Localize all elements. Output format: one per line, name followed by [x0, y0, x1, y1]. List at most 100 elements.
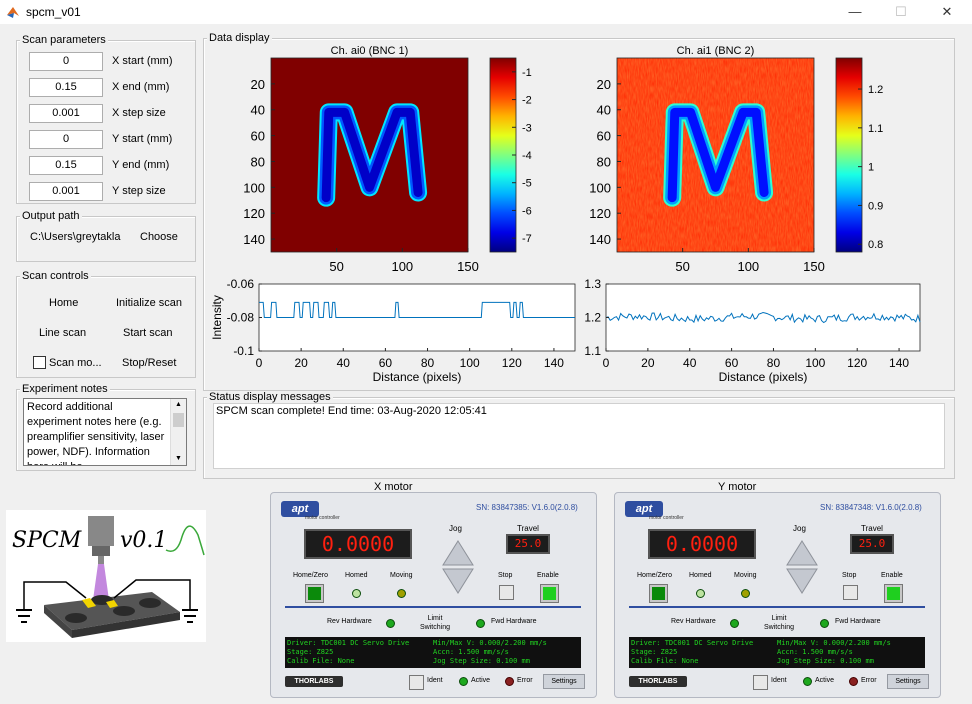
- title-bar: spcm_v01 — ☐ ✕: [0, 0, 972, 24]
- limit-switching-label: Limit Switching: [764, 615, 794, 631]
- info-line: Jog Step Size: 0.100 mm: [433, 657, 530, 665]
- x-tick-label: 20: [294, 356, 308, 370]
- x-tick-label: 150: [803, 259, 825, 274]
- info-box: Driver: TDC001 DC Servo Drive Stage: Z82…: [629, 637, 925, 668]
- jog-down-icon[interactable]: [442, 568, 474, 594]
- y-tick-label: 140: [589, 232, 611, 247]
- colorbar-tick-label: 0.9: [868, 200, 883, 212]
- scan-field-input[interactable]: 0: [29, 130, 103, 149]
- info-line: Stage: Z825: [631, 648, 678, 656]
- x-tick-label: 100: [737, 259, 759, 274]
- info-line: Stage: Z825: [287, 648, 334, 656]
- y-tick-label: -0.06: [227, 277, 255, 291]
- fwd-hardware-indicator: [820, 619, 829, 628]
- scan-mode-label: Scan mo...: [49, 357, 102, 369]
- start-scan-button[interactable]: Start scan: [123, 326, 173, 340]
- scan-field-input[interactable]: 0.15: [29, 156, 103, 175]
- scroll-up-icon[interactable]: ▲: [171, 399, 186, 411]
- home-zero-button[interactable]: [649, 584, 668, 603]
- scan-field-input[interactable]: 0.15: [29, 78, 103, 97]
- moving-indicator: [397, 589, 406, 598]
- jog-arrows: [442, 540, 474, 594]
- rev-hardware-label: Rev Hardware: [327, 618, 372, 625]
- info-line: Calib File: None: [287, 657, 355, 665]
- colorbar-tick-label: -6: [522, 205, 532, 217]
- logo-version: v0.1: [120, 528, 167, 553]
- heatmap-noise: [617, 58, 814, 252]
- stop-label: Stop: [498, 572, 513, 579]
- jog-down-icon[interactable]: [786, 568, 818, 594]
- jog-up-icon[interactable]: [442, 540, 474, 566]
- divider: [629, 606, 925, 608]
- y-tick-label: 40: [251, 103, 265, 118]
- fwd-hardware-label: Fwd Hardware: [491, 618, 537, 625]
- info-line: Driver: TDC001 DC Servo Drive: [631, 639, 754, 647]
- colorbar-tick-label: -4: [522, 150, 532, 162]
- x-tick-label: 60: [379, 356, 393, 370]
- y-tick-label: 60: [251, 129, 265, 144]
- enable-button[interactable]: [884, 584, 903, 603]
- choose-button[interactable]: Choose: [140, 230, 178, 244]
- maximize-button[interactable]: ☐: [878, 0, 924, 24]
- info-line: Driver: TDC001 DC Servo Drive: [287, 639, 410, 647]
- minimize-button[interactable]: —: [832, 0, 878, 24]
- colorbar-tick-label: -7: [522, 233, 532, 245]
- scroll-down-icon[interactable]: ▼: [171, 453, 186, 465]
- output-path-value: C:\Users\greytakla: [30, 231, 121, 243]
- x-tick-label: 50: [675, 259, 689, 274]
- jog-label: Jog: [793, 524, 806, 533]
- home-zero-button[interactable]: [305, 584, 324, 603]
- home-button[interactable]: Home: [49, 296, 78, 310]
- colorbar-tick-label: -5: [522, 178, 532, 190]
- window-title: spcm_v01: [26, 5, 81, 19]
- moving-label: Moving: [390, 572, 413, 579]
- spcm-logo-graphic: SPCM v0.1: [12, 516, 205, 638]
- stop-button[interactable]: [499, 585, 514, 600]
- enable-label: Enable: [537, 572, 559, 579]
- info-line: Min/Max V: 0.000/2.200 mm/s: [433, 639, 547, 647]
- x-tick-label: 100: [391, 259, 413, 274]
- x-tick-label: 60: [725, 356, 739, 370]
- scan-field-label: X start (mm): [112, 55, 173, 67]
- colorbar: [835, 57, 863, 253]
- experiment-notes-title: Experiment notes: [20, 383, 110, 395]
- scroll-thumb[interactable]: [173, 413, 184, 427]
- experiment-notes-text: Record additional experiment notes here …: [27, 401, 165, 465]
- settings-button[interactable]: Settings: [543, 674, 585, 689]
- x-tick-label: 100: [805, 356, 825, 370]
- stop-reset-button[interactable]: Stop/Reset: [122, 356, 176, 370]
- serial-number: SN: 83847385: V1.6.0(2.0.8): [476, 503, 578, 512]
- info-line: Accn: 1.500 mm/s/s: [777, 648, 853, 656]
- jog-up-icon[interactable]: [786, 540, 818, 566]
- ident-button[interactable]: [409, 675, 424, 690]
- apt-subtitle: motor controller: [649, 515, 684, 521]
- stop-button[interactable]: [843, 585, 858, 600]
- scan-field-label: X step size: [112, 107, 166, 119]
- spcm-logo: SPCM v0.1: [6, 510, 206, 642]
- status-message: SPCM scan complete! End time: 03-Aug-202…: [216, 405, 487, 417]
- initialize-scan-button[interactable]: Initialize scan: [116, 296, 182, 310]
- y-tick-label: 20: [597, 77, 611, 92]
- rev-hardware-indicator: [386, 619, 395, 628]
- y-tick-label: 100: [243, 180, 265, 195]
- active-indicator: [459, 677, 468, 686]
- close-button[interactable]: ✕: [924, 0, 970, 24]
- info-box: Driver: TDC001 DC Servo Drive Stage: Z82…: [285, 637, 581, 668]
- y-tick-label: 1.3: [584, 277, 601, 291]
- scan-field-label: X end (mm): [112, 81, 170, 93]
- homed-indicator: [352, 589, 361, 598]
- scan-field-input[interactable]: 0.001: [29, 104, 103, 123]
- settings-button[interactable]: Settings: [887, 674, 929, 689]
- scan-field-input[interactable]: 0.001: [29, 182, 103, 201]
- experiment-notes-textarea[interactable]: Record additional experiment notes here …: [23, 398, 187, 466]
- y-tick-label: 60: [597, 129, 611, 144]
- enable-button[interactable]: [540, 584, 559, 603]
- thorlabs-logo: THORLABS: [285, 676, 343, 687]
- y-tick-label: 80: [251, 154, 265, 169]
- notes-scrollbar[interactable]: ▲ ▼: [170, 399, 186, 465]
- line-scan-button[interactable]: Line scan: [39, 326, 86, 340]
- info-line: Min/Max V: 0.000/2.200 mm/s: [777, 639, 891, 647]
- scan-field-input[interactable]: 0: [29, 52, 103, 71]
- ident-button[interactable]: [753, 675, 768, 690]
- scan-mode-checkbox[interactable]: [33, 356, 46, 369]
